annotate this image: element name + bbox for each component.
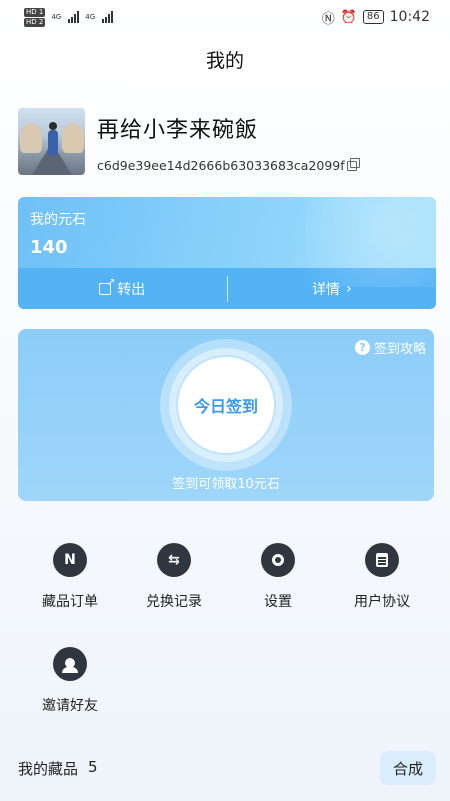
document-icon	[365, 543, 399, 577]
avatar[interactable]	[18, 108, 85, 175]
menu-item-label: 设置	[264, 594, 292, 610]
transfer-button[interactable]: 转出	[18, 275, 227, 303]
menu-item-label: 用户协议	[354, 594, 410, 610]
status-bar: HD 1 HD 2 4G 4G Ⓝ ⏰ 86 10:42	[0, 0, 450, 34]
battery-icon: 86	[362, 10, 384, 24]
hd1-badge: HD 1	[24, 7, 46, 17]
synthesize-button[interactable]: 合成	[380, 751, 436, 785]
network-type-2: 4G	[85, 13, 96, 21]
checkin-guide-link[interactable]: ? 签到攻略	[354, 338, 426, 357]
checkin-note: 签到可领取10元石	[172, 477, 280, 492]
n-logo-icon: N	[53, 543, 87, 577]
invite-icon	[53, 647, 87, 681]
username: 再给小李来碗飯	[97, 118, 259, 143]
menu-item-user-agreement[interactable]: 用户协议	[330, 543, 434, 611]
menu-item-exchange-records[interactable]: ⇆ 兑换记录	[122, 543, 226, 611]
checkin-ring: 今日签到	[160, 339, 292, 471]
collection-count: 5	[88, 757, 98, 776]
wallet-address[interactable]: c6d9e39ee14d2666b63033683ca2099f	[97, 157, 360, 173]
network-type-1: 4G	[51, 13, 62, 21]
collection-title-text: 我的藏品	[18, 759, 79, 778]
profile-info: 再给小李来碗飯 c6d9e39ee14d2666b63033683ca2099f	[97, 108, 360, 175]
status-right: Ⓝ ⏰ 86 10:42	[322, 8, 430, 27]
collection-title: 我的藏品 5	[18, 758, 98, 779]
menu-item-orders[interactable]: N 藏品订单	[18, 543, 122, 611]
question-icon: ?	[354, 340, 370, 355]
alarm-icon: ⏰	[340, 9, 357, 25]
profile-section: 再给小李来碗飯 c6d9e39ee14d2666b63033683ca2099f	[18, 108, 360, 175]
export-icon	[99, 277, 115, 295]
collection-header: 我的藏品 5 合成	[18, 751, 436, 785]
copy-icon[interactable]	[346, 157, 360, 171]
menu-item-invite-friends[interactable]: 邀请好友	[18, 647, 122, 715]
signal-icon-2	[102, 11, 114, 23]
menu-item-settings[interactable]: 设置	[226, 543, 330, 611]
wallet-label: 我的元石	[30, 212, 86, 228]
hd2-badge: HD 2	[24, 17, 46, 27]
menu-grid: N 藏品订单 ⇆ 兑换记录 设置 用户协议 邀请好友	[18, 543, 434, 715]
menu-item-label: 邀请好友	[42, 698, 98, 714]
exchange-icon: ⇆	[157, 543, 191, 577]
menu-item-label: 藏品订单	[42, 594, 98, 610]
wallet-address-text: c6d9e39ee14d2666b63033683ca2099f	[97, 158, 345, 173]
clock: 10:42	[389, 9, 430, 25]
nfc-icon: Ⓝ	[321, 11, 335, 27]
settings-icon	[261, 543, 295, 577]
status-left: HD 1 HD 2 4G 4G	[24, 7, 114, 27]
hd-indicators: HD 1 HD 2	[24, 7, 46, 27]
page-title: 我的	[205, 50, 244, 72]
wallet-value: 140	[30, 237, 68, 258]
checkin-guide-label: 签到攻略	[373, 342, 426, 357]
transfer-label: 转出	[117, 281, 146, 298]
wallet-card: 我的元石 140 转出 详情 ›	[18, 197, 436, 309]
signal-icon-1	[68, 11, 80, 23]
wallet-balance: 我的元石 140	[18, 197, 436, 287]
menu-item-label: 兑换记录	[146, 594, 202, 610]
checkin-button[interactable]: 今日签到	[176, 355, 276, 455]
checkin-card: ? 签到攻略 今日签到 签到可领取10元石	[18, 329, 434, 501]
